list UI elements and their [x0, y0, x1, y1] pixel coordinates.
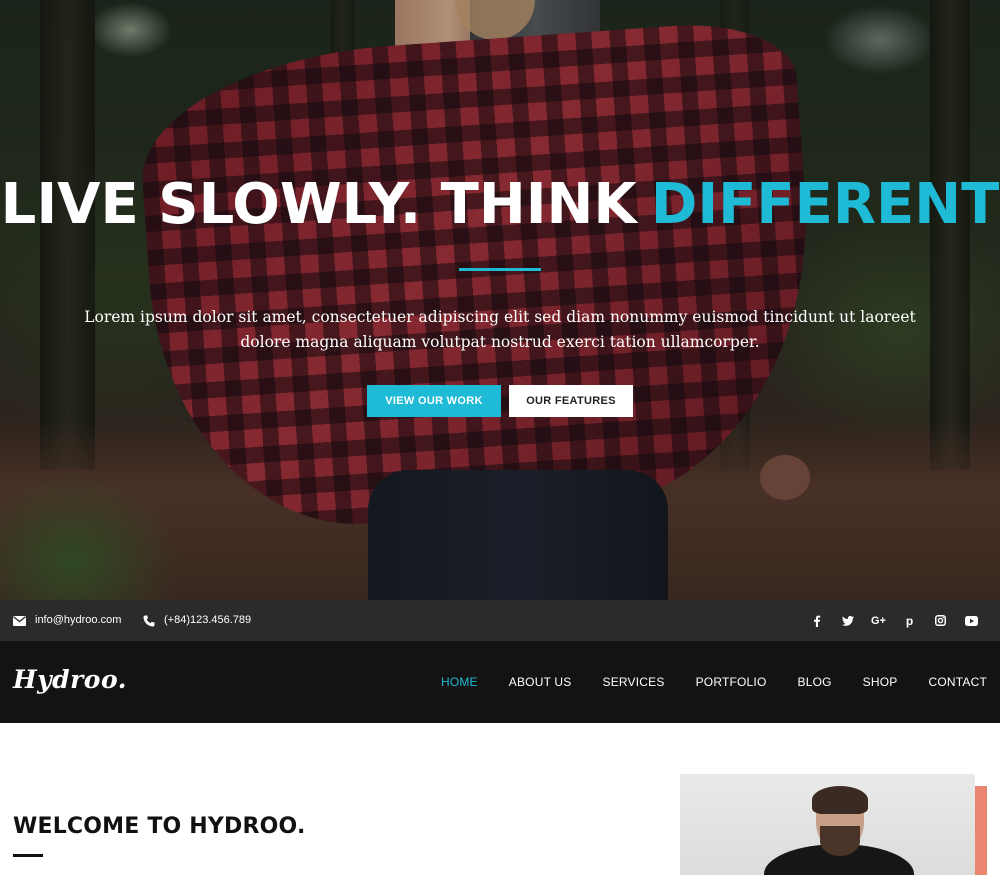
social-links: G+ p	[801, 600, 987, 641]
phone-text: (+84)123.456.789	[164, 614, 252, 626]
hero-title-accent: DIFFERENT	[650, 172, 1000, 237]
nav-item-shop[interactable]: SHOP	[863, 675, 898, 689]
hero-divider	[459, 268, 541, 271]
nav-item-portfolio[interactable]: PORTFOLIO	[696, 675, 767, 689]
topbar-phone[interactable]: (+84)123.456.789	[143, 600, 251, 641]
twitter-icon[interactable]	[832, 615, 863, 626]
portrait-accent-bar	[975, 786, 987, 875]
hero-title-main: LIVE SLOWLY. THINK	[0, 172, 637, 237]
youtube-icon[interactable]	[956, 615, 987, 626]
phone-icon	[143, 615, 155, 626]
email-text: info@hydroo.com	[35, 614, 122, 626]
envelope-icon	[13, 615, 26, 626]
contact-topbar: info@hydroo.com (+84)123.456.789 G+ p	[0, 600, 1000, 641]
nav-item-contact[interactable]: CONTACT	[928, 675, 987, 689]
site-logo[interactable]: Hydroo.	[13, 665, 127, 694]
nav-item-services[interactable]: SERVICES	[603, 675, 665, 689]
main-nav: HOME ABOUT US SERVICES PORTFOLIO BLOG SH…	[410, 641, 987, 723]
nav-item-home[interactable]: HOME	[441, 675, 478, 689]
about-portrait-image	[680, 774, 975, 875]
welcome-title: WELCOME TO HYDROO.	[13, 814, 306, 839]
main-navbar: Hydroo. HOME ABOUT US SERVICES PORTFOLIO…	[0, 641, 1000, 723]
facebook-icon[interactable]	[801, 615, 832, 627]
instagram-icon[interactable]	[925, 615, 956, 626]
hero-overlay	[0, 0, 1000, 600]
hero-description: Lorem ipsum dolor sit amet, consectetuer…	[84, 308, 916, 351]
topbar-email[interactable]: info@hydroo.com	[13, 600, 121, 641]
view-our-work-button[interactable]: VIEW OUR WORK	[367, 385, 501, 417]
hero-title: LIVE SLOWLY. THINK DIFFERENT	[0, 170, 1000, 240]
pinterest-icon[interactable]: p	[894, 614, 925, 628]
portrait-hair	[812, 786, 868, 814]
nav-item-blog[interactable]: BLOG	[798, 675, 832, 689]
portrait-beard	[820, 826, 860, 856]
google-plus-icon[interactable]: G+	[863, 615, 894, 627]
nav-item-about-us[interactable]: ABOUT US	[509, 675, 572, 689]
our-features-button[interactable]: OUR FEATURES	[509, 385, 633, 417]
hero-section: LIVE SLOWLY. THINK DIFFERENT Lorem ipsum …	[0, 0, 1000, 600]
welcome-divider	[13, 854, 43, 857]
